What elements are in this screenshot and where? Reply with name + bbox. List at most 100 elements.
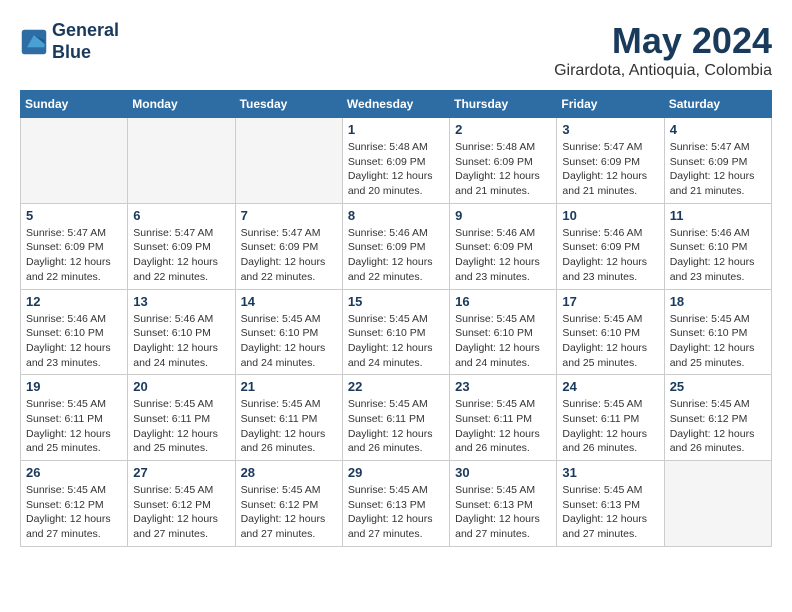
- calendar-cell: 20 Sunrise: 5:45 AMSunset: 6:11 PMDayligh…: [128, 375, 235, 461]
- day-info: Sunrise: 5:46 AMSunset: 6:09 PMDaylight:…: [562, 226, 658, 285]
- day-info: Sunrise: 5:47 AMSunset: 6:09 PMDaylight:…: [241, 226, 337, 285]
- calendar-cell: 19Sunrise: 5:45 AMSunset: 6:11 PMDayligh…: [21, 375, 128, 461]
- day-info: Sunrise: 5:47 AMSunset: 6:09 PMDaylight:…: [670, 140, 766, 199]
- calendar-cell: 1 Sunrise: 5:48 AMSunset: 6:09 PMDaylight…: [342, 118, 449, 204]
- day-info: Sunrise: 5:48 AMSunset: 6:09 PMDaylight:…: [455, 140, 551, 199]
- day-info: Sunrise: 5:47 AMSunset: 6:09 PMDaylight:…: [133, 226, 229, 285]
- day-number: 8: [348, 208, 444, 223]
- day-number: 28: [241, 465, 337, 480]
- calendar-cell: 11Sunrise: 5:46 AMSunset: 6:10 PMDayligh…: [664, 203, 771, 289]
- day-info: Sunrise: 5:45 AMSunset: 6:11 PMDaylight:…: [133, 397, 229, 456]
- calendar-cell: [21, 118, 128, 204]
- calendar-cell: [664, 461, 771, 547]
- calendar-week-row: 5Sunrise: 5:47 AMSunset: 6:09 PMDaylight…: [21, 203, 772, 289]
- day-number: 26: [26, 465, 122, 480]
- calendar-cell: 17Sunrise: 5:45 AMSunset: 6:10 PMDayligh…: [557, 289, 664, 375]
- logo-line1: General: [52, 20, 119, 42]
- day-number: 21: [241, 379, 337, 394]
- logo-text: General Blue: [52, 20, 119, 63]
- header: General Blue May 2024 Girardota, Antioqu…: [20, 20, 772, 80]
- day-info: Sunrise: 5:45 AMSunset: 6:10 PMDaylight:…: [562, 312, 658, 371]
- day-number: 24: [562, 379, 658, 394]
- weekday-header: Monday: [128, 91, 235, 118]
- day-number: 22: [348, 379, 444, 394]
- calendar-cell: 18 Sunrise: 5:45 AMSunset: 6:10 PMDayligh…: [664, 289, 771, 375]
- day-info: Sunrise: 5:45 AMSunset: 6:12 PMDaylight:…: [133, 483, 229, 542]
- calendar-cell: 27Sunrise: 5:45 AMSunset: 6:12 PMDayligh…: [128, 461, 235, 547]
- day-number: 9: [455, 208, 551, 223]
- calendar-cell: 16 Sunrise: 5:45 AMSunset: 6:10 PMDayligh…: [450, 289, 557, 375]
- calendar-week-row: 1 Sunrise: 5:48 AMSunset: 6:09 PMDaylight…: [21, 118, 772, 204]
- calendar-week-row: 26 Sunrise: 5:45 AMSunset: 6:12 PMDayligh…: [21, 461, 772, 547]
- calendar-cell: 26 Sunrise: 5:45 AMSunset: 6:12 PMDayligh…: [21, 461, 128, 547]
- day-info: Sunrise: 5:45 AMSunset: 6:10 PMDaylight:…: [348, 312, 444, 371]
- day-number: 31: [562, 465, 658, 480]
- calendar-subtitle: Girardota, Antioquia, Colombia: [554, 62, 772, 80]
- weekday-header: Sunday: [21, 91, 128, 118]
- calendar-cell: 6 Sunrise: 5:47 AMSunset: 6:09 PMDaylight…: [128, 203, 235, 289]
- day-info: Sunrise: 5:45 AMSunset: 6:12 PMDaylight:…: [241, 483, 337, 542]
- calendar-cell: 24 Sunrise: 5:45 AMSunset: 6:11 PMDayligh…: [557, 375, 664, 461]
- day-number: 13: [133, 294, 229, 309]
- calendar-cell: 12 Sunrise: 5:46 AMSunset: 6:10 PMDayligh…: [21, 289, 128, 375]
- calendar-week-row: 19Sunrise: 5:45 AMSunset: 6:11 PMDayligh…: [21, 375, 772, 461]
- day-number: 16: [455, 294, 551, 309]
- day-number: 6: [133, 208, 229, 223]
- day-number: 20: [133, 379, 229, 394]
- calendar-cell: 23Sunrise: 5:45 AMSunset: 6:11 PMDayligh…: [450, 375, 557, 461]
- day-info: Sunrise: 5:45 AMSunset: 6:13 PMDaylight:…: [455, 483, 551, 542]
- day-info: Sunrise: 5:45 AMSunset: 6:10 PMDaylight:…: [670, 312, 766, 371]
- calendar-cell: 10 Sunrise: 5:46 AMSunset: 6:09 PMDayligh…: [557, 203, 664, 289]
- day-number: 15: [348, 294, 444, 309]
- day-number: 18: [670, 294, 766, 309]
- day-number: 1: [348, 122, 444, 137]
- day-info: Sunrise: 5:45 AMSunset: 6:13 PMDaylight:…: [562, 483, 658, 542]
- day-info: Sunrise: 5:47 AMSunset: 6:09 PMDaylight:…: [562, 140, 658, 199]
- title-area: May 2024 Girardota, Antioquia, Colombia: [554, 20, 772, 80]
- day-info: Sunrise: 5:45 AMSunset: 6:11 PMDaylight:…: [348, 397, 444, 456]
- weekday-header: Tuesday: [235, 91, 342, 118]
- weekday-header: Friday: [557, 91, 664, 118]
- day-info: Sunrise: 5:47 AMSunset: 6:09 PMDaylight:…: [26, 226, 122, 285]
- weekday-header-row: SundayMondayTuesdayWednesdayThursdayFrid…: [21, 91, 772, 118]
- calendar-cell: 31 Sunrise: 5:45 AMSunset: 6:13 PMDayligh…: [557, 461, 664, 547]
- day-number: 10: [562, 208, 658, 223]
- day-info: Sunrise: 5:45 AMSunset: 6:11 PMDaylight:…: [455, 397, 551, 456]
- day-info: Sunrise: 5:45 AMSunset: 6:12 PMDaylight:…: [670, 397, 766, 456]
- day-number: 30: [455, 465, 551, 480]
- calendar-cell: 2 Sunrise: 5:48 AMSunset: 6:09 PMDaylight…: [450, 118, 557, 204]
- calendar-cell: 8 Sunrise: 5:46 AMSunset: 6:09 PMDaylight…: [342, 203, 449, 289]
- day-number: 25: [670, 379, 766, 394]
- calendar-cell: 4 Sunrise: 5:47 AMSunset: 6:09 PMDaylight…: [664, 118, 771, 204]
- day-info: Sunrise: 5:46 AMSunset: 6:09 PMDaylight:…: [348, 226, 444, 285]
- day-info: Sunrise: 5:45 AMSunset: 6:10 PMDaylight:…: [455, 312, 551, 371]
- day-number: 12: [26, 294, 122, 309]
- calendar-cell: 30 Sunrise: 5:45 AMSunset: 6:13 PMDayligh…: [450, 461, 557, 547]
- day-number: 2: [455, 122, 551, 137]
- calendar-cell: 7Sunrise: 5:47 AMSunset: 6:09 PMDaylight…: [235, 203, 342, 289]
- day-info: Sunrise: 5:45 AMSunset: 6:11 PMDaylight:…: [241, 397, 337, 456]
- calendar-cell: 3 Sunrise: 5:47 AMSunset: 6:09 PMDaylight…: [557, 118, 664, 204]
- calendar-cell: 15 Sunrise: 5:45 AMSunset: 6:10 PMDayligh…: [342, 289, 449, 375]
- day-info: Sunrise: 5:45 AMSunset: 6:11 PMDaylight:…: [26, 397, 122, 456]
- calendar-week-row: 12 Sunrise: 5:46 AMSunset: 6:10 PMDayligh…: [21, 289, 772, 375]
- calendar-cell: [128, 118, 235, 204]
- day-number: 29: [348, 465, 444, 480]
- day-number: 4: [670, 122, 766, 137]
- day-info: Sunrise: 5:46 AMSunset: 6:10 PMDaylight:…: [26, 312, 122, 371]
- day-number: 3: [562, 122, 658, 137]
- day-number: 14: [241, 294, 337, 309]
- weekday-header: Wednesday: [342, 91, 449, 118]
- weekday-header: Thursday: [450, 91, 557, 118]
- day-info: Sunrise: 5:45 AMSunset: 6:12 PMDaylight:…: [26, 483, 122, 542]
- day-info: Sunrise: 5:45 AMSunset: 6:11 PMDaylight:…: [562, 397, 658, 456]
- calendar-cell: [235, 118, 342, 204]
- day-info: Sunrise: 5:46 AMSunset: 6:10 PMDaylight:…: [670, 226, 766, 285]
- calendar-cell: 25 Sunrise: 5:45 AMSunset: 6:12 PMDayligh…: [664, 375, 771, 461]
- calendar-cell: 5Sunrise: 5:47 AMSunset: 6:09 PMDaylight…: [21, 203, 128, 289]
- calendar-title: May 2024: [554, 20, 772, 62]
- calendar-cell: 14Sunrise: 5:45 AMSunset: 6:10 PMDayligh…: [235, 289, 342, 375]
- day-info: Sunrise: 5:48 AMSunset: 6:09 PMDaylight:…: [348, 140, 444, 199]
- calendar-table: SundayMondayTuesdayWednesdayThursdayFrid…: [20, 90, 772, 547]
- weekday-header: Saturday: [664, 91, 771, 118]
